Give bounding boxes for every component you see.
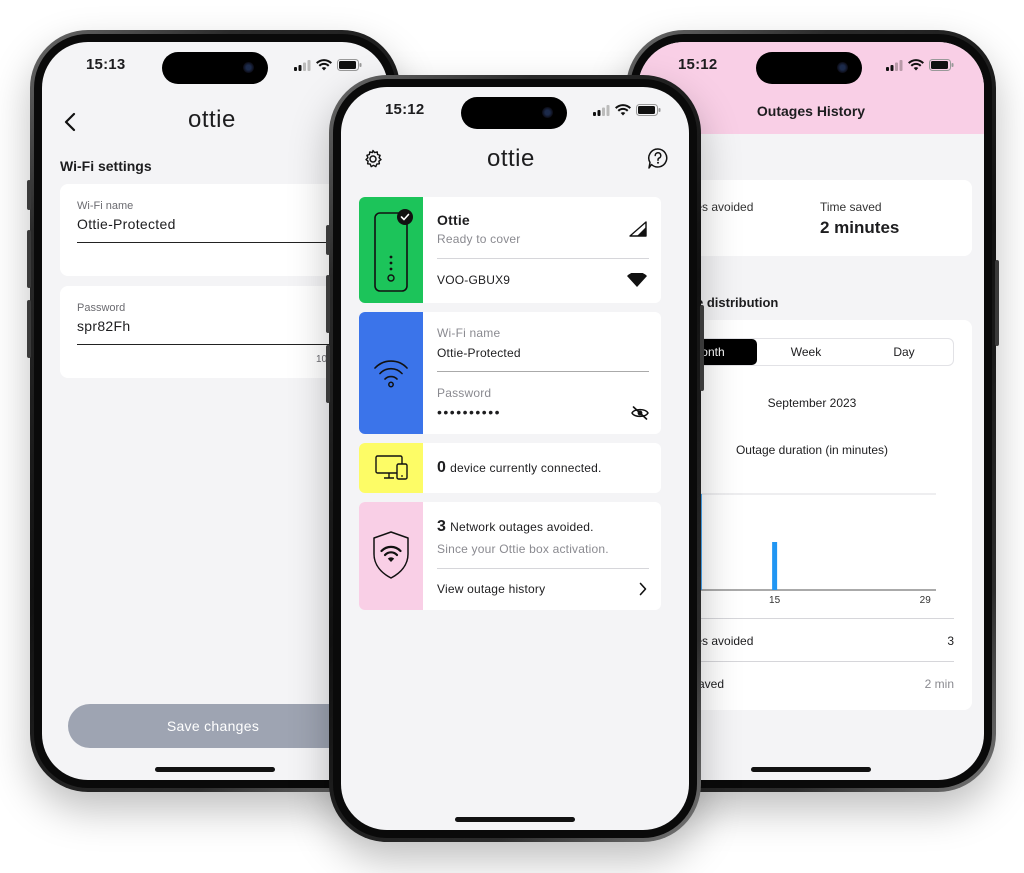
status-bar: 15:12 (341, 87, 689, 137)
password-field[interactable]: spr82Fh (77, 318, 130, 334)
phone-dashboard: 15:12 ottie Ottie Ready to cover VOO-GBU… (326, 75, 704, 842)
view-outage-history-label: View outage history (437, 582, 546, 596)
wifi-status-icon (316, 59, 332, 71)
signal-icon (294, 59, 311, 71)
password-masked-value: •••••••••• (437, 404, 502, 420)
chart-tick-label: 29 (920, 595, 932, 606)
wifi-name-label: Wi-Fi name (437, 326, 501, 340)
wifi-status-icon (908, 59, 924, 71)
time-saved-value: 2 minutes (820, 218, 900, 237)
cellular-signal-icon (629, 221, 647, 237)
footer-saved-value: 2 min (924, 677, 954, 691)
wifi-swatch (359, 312, 423, 434)
chevron-right-icon (639, 582, 647, 596)
status-bar: 15:12 (638, 42, 984, 92)
wifi-name-label: Wi-Fi name (77, 200, 134, 212)
back-chevron-icon[interactable] (64, 112, 76, 132)
tab-day[interactable]: Day (855, 339, 953, 365)
wifi-status-icon (615, 104, 631, 116)
outages-summary-text: 3 Network outages avoided. (437, 518, 594, 536)
ottie-logo: ottie (188, 106, 236, 133)
divider (437, 371, 649, 372)
connected-devices-card[interactable]: 0 device currently connected. (359, 443, 661, 493)
signal-icon (886, 59, 903, 71)
dynamic-island (461, 97, 567, 129)
outages-label: Network outages avoided. (450, 520, 594, 534)
save-changes-button[interactable]: Save changes (68, 704, 358, 748)
status-time: 15:12 (385, 101, 425, 118)
wifi-icon (374, 360, 408, 388)
home-indicator (155, 767, 275, 772)
dynamic-island (756, 52, 862, 84)
distribution-title: e distribution (696, 295, 779, 310)
wifi-credentials-card[interactable]: Wi-Fi name Ottie-Protected Password ••••… (359, 312, 661, 434)
devices-swatch (359, 443, 423, 493)
dashboard-screen: 15:12 ottie Ottie Ready to cover VOO-GBU… (341, 87, 689, 830)
device-swatch (359, 197, 423, 303)
battery-icon (929, 59, 954, 71)
connected-devices-label: device currently connected. (450, 461, 602, 475)
connected-devices-count: 0 (437, 459, 447, 476)
chart-bar (772, 542, 778, 590)
battery-icon (337, 59, 362, 71)
wifi-filled-icon (627, 273, 647, 287)
help-icon[interactable] (647, 147, 669, 171)
dynamic-island (162, 52, 268, 84)
outages-card: 3 Network outages avoided. Since your Ott… (359, 502, 661, 610)
shield-wifi-icon (373, 531, 409, 579)
eye-slash-icon[interactable] (631, 406, 649, 420)
tab-week[interactable]: Week (757, 339, 855, 365)
gear-icon[interactable] (363, 149, 383, 169)
ottie-device-card[interactable]: Ottie Ready to cover VOO-GBUX9 (359, 197, 661, 303)
device-status: Ready to cover (437, 232, 521, 246)
signal-icon (593, 104, 610, 116)
ottie-logo: ottie (487, 145, 535, 172)
divider (437, 258, 649, 259)
wifi-name-value: Ottie-Protected (437, 346, 521, 360)
chart-tick-label: 15 (769, 595, 781, 606)
view-outage-history-link[interactable]: View outage history (437, 568, 649, 610)
battery-icon (636, 104, 661, 116)
home-indicator (751, 767, 871, 772)
outages-count: 3 (437, 518, 447, 535)
password-label: Password (77, 302, 126, 314)
device-name: Ottie (437, 212, 470, 228)
connected-devices-text: 0 device currently connected. (437, 459, 602, 477)
status-bar: 15:13 (42, 42, 388, 92)
time-saved-label: Time saved (820, 200, 882, 214)
wifi-settings-title: Wi-Fi settings (60, 158, 152, 174)
network-name: VOO-GBUX9 (437, 273, 511, 287)
status-time: 15:13 (86, 56, 126, 73)
wifi-name-field[interactable]: Ottie-Protected (77, 216, 176, 232)
status-time: 15:12 (678, 56, 718, 73)
home-indicator (455, 817, 575, 822)
password-label: Password (437, 386, 492, 400)
outages-swatch (359, 502, 423, 610)
footer-avoided-value: 3 (947, 634, 954, 648)
outages-subtext: Since your Ottie box activation. (437, 542, 609, 556)
devices-icon (375, 455, 408, 480)
ottie-box-icon (374, 209, 413, 292)
